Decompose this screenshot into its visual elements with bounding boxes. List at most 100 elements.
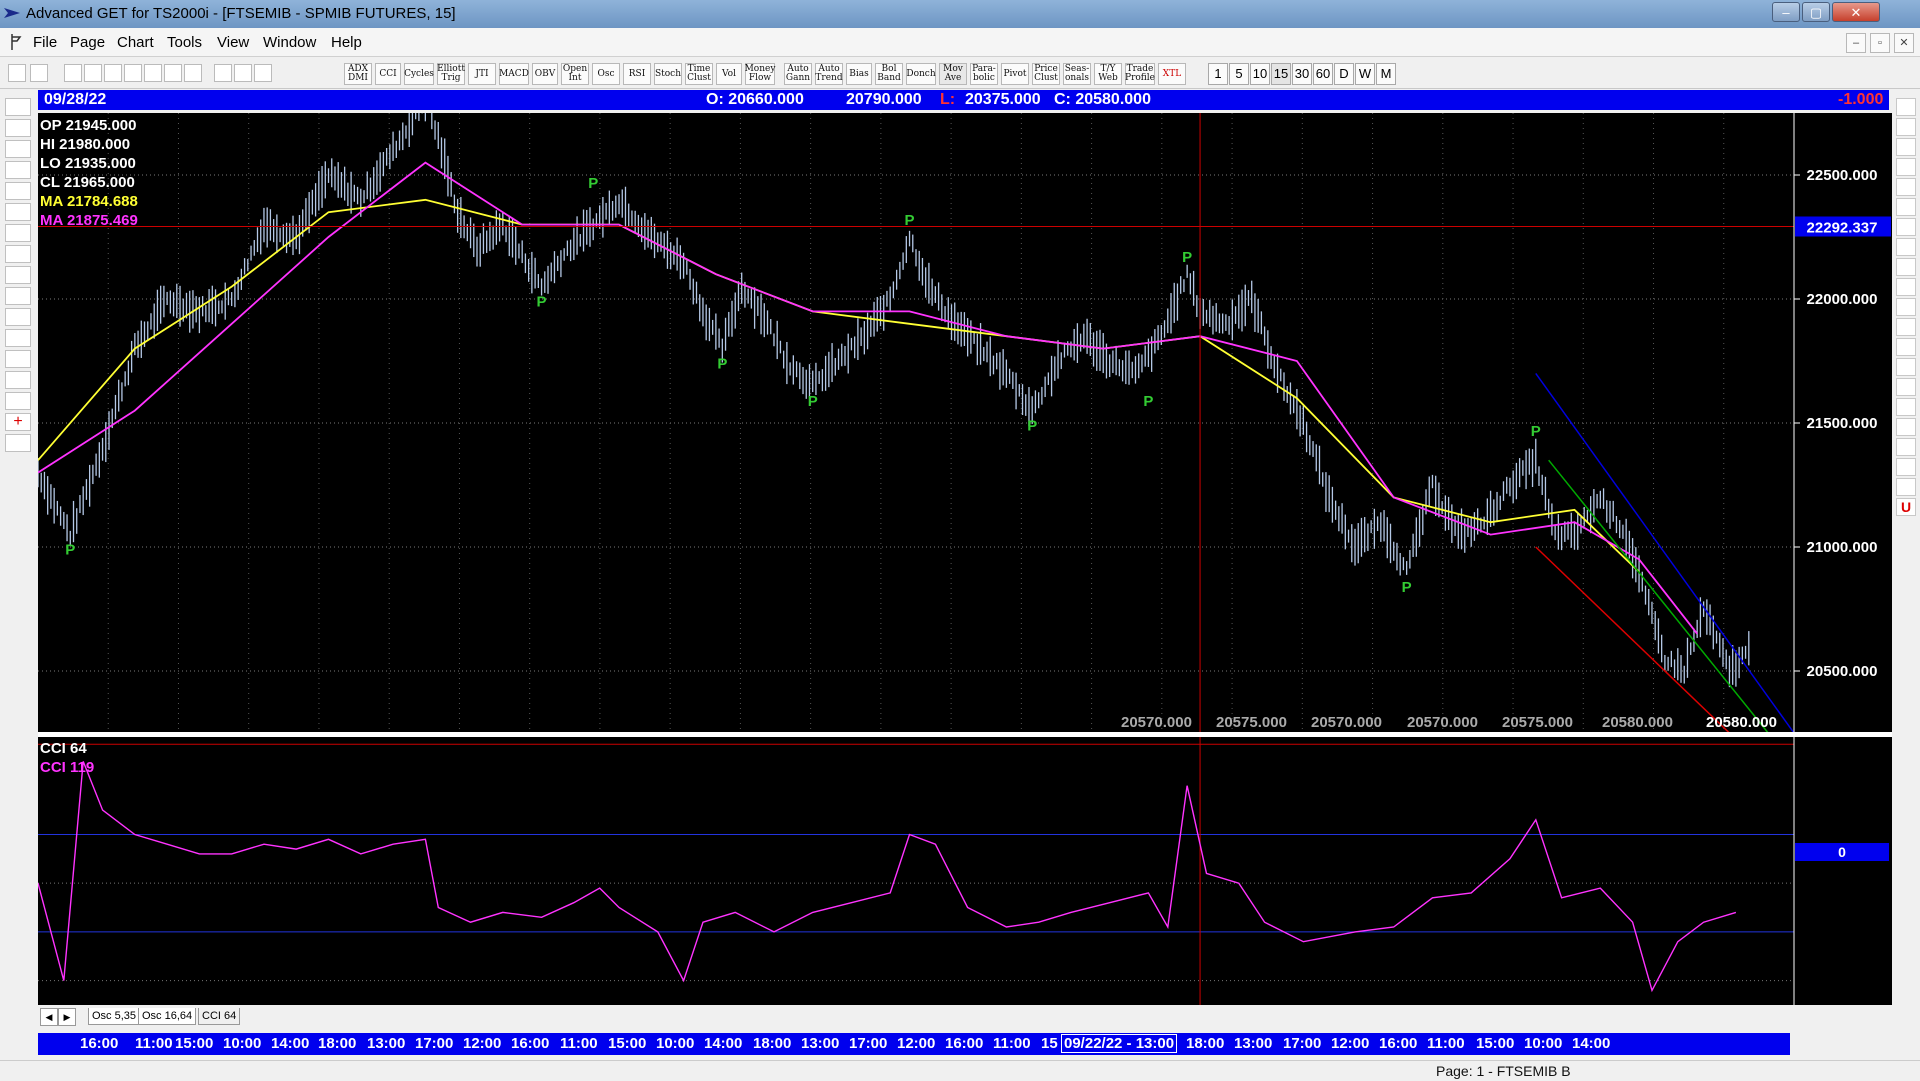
study-button[interactable]: Auto Gann <box>784 63 812 85</box>
crosshair-icon[interactable]: + <box>5 413 31 431</box>
tab-scroll-left-icon[interactable]: ◀ <box>40 1008 58 1026</box>
interval-button-m[interactable]: M <box>1376 63 1396 85</box>
layout-icon[interactable] <box>184 64 202 82</box>
price-chart-pane[interactable]: P P P P P P P P P P P 22500.000 22000.000 21500.000 2… <box>37 87 1892 734</box>
study-button[interactable]: Price Clust <box>1032 63 1060 85</box>
study-button[interactable]: OBV <box>532 63 558 85</box>
study-button[interactable]: Seas- onals <box>1063 63 1091 85</box>
pti-icon[interactable] <box>1896 318 1916 336</box>
back-icon[interactable] <box>104 64 122 82</box>
mdi-close-button[interactable]: ✕ <box>1894 33 1914 53</box>
interval-button-60[interactable]: 60 <box>1313 63 1333 85</box>
study-button[interactable]: Osc <box>592 63 620 85</box>
print-icon[interactable] <box>214 64 232 82</box>
interval-button-1[interactable]: 1 <box>1208 63 1228 85</box>
info-icon[interactable] <box>234 64 252 82</box>
fib-ret-icon[interactable] <box>1896 158 1916 176</box>
menu-tools[interactable]: Tools <box>167 34 202 51</box>
mob-icon[interactable] <box>1896 358 1916 376</box>
grid-icon[interactable] <box>144 64 162 82</box>
close-tool-icon[interactable] <box>1896 98 1916 116</box>
interval-button-d[interactable]: D <box>1334 63 1354 85</box>
left-arrow-icon[interactable] <box>5 245 31 263</box>
elliott-icon[interactable] <box>5 161 31 179</box>
fib-ext-icon[interactable] <box>1896 178 1916 196</box>
study-button[interactable]: T/Y Web <box>1094 63 1122 85</box>
reset-icon[interactable] <box>5 140 31 158</box>
study-button[interactable]: MACD <box>499 63 529 85</box>
study-button[interactable]: Donch <box>906 63 936 85</box>
gann-icon[interactable] <box>5 371 31 389</box>
table-icon[interactable] <box>1896 338 1916 356</box>
interval-button-30[interactable]: 30 <box>1292 63 1312 85</box>
open-icon[interactable] <box>5 98 31 116</box>
grid-tool-icon[interactable] <box>1896 258 1916 276</box>
cci-indicator-pane[interactable]: 0 CCI 64 CCI 119 <box>37 737 1892 1005</box>
close-button[interactable]: ✕ <box>1832 2 1880 22</box>
fib-time-icon[interactable] <box>1896 198 1916 216</box>
delete-icon[interactable] <box>164 64 182 82</box>
compress-icon[interactable] <box>5 287 31 305</box>
study-button[interactable]: Stoch <box>654 63 682 85</box>
help-icon[interactable] <box>254 64 272 82</box>
pattern-icon[interactable] <box>5 119 31 137</box>
pencil-icon[interactable] <box>1896 118 1916 136</box>
magnet-icon[interactable]: U <box>1896 498 1916 516</box>
lines-icon[interactable] <box>5 350 31 368</box>
study-button[interactable]: Vol <box>716 63 742 85</box>
print-tool-icon[interactable] <box>5 434 31 452</box>
expand-icon[interactable] <box>5 308 31 326</box>
channel-icon[interactable] <box>1896 458 1916 476</box>
tab-cci-64[interactable]: CCI 64 <box>198 1008 241 1025</box>
line-icon[interactable] <box>1896 138 1916 156</box>
interval-button-w[interactable]: W <box>1355 63 1375 85</box>
box-icon[interactable] <box>5 329 31 347</box>
zoom-icon[interactable] <box>1896 398 1916 416</box>
study-button[interactable]: Bias <box>846 63 872 85</box>
menu-help[interactable]: Help <box>331 34 362 51</box>
copy-icon[interactable] <box>84 64 102 82</box>
minimize-button[interactable]: – <box>1772 2 1800 22</box>
trend-channel-line[interactable] <box>1535 372 1795 734</box>
marker-icon[interactable] <box>1896 418 1916 436</box>
study-button[interactable]: Bol Band <box>875 63 903 85</box>
study-button[interactable]: RSI <box>623 63 651 85</box>
cci-chart[interactable]: 0 CCI 64 CCI 119 <box>37 737 1892 1005</box>
circle-icon[interactable] <box>1896 278 1916 296</box>
mdi-restore-button[interactable]: ▫ <box>1870 33 1890 53</box>
menu-chart[interactable]: Chart <box>117 34 154 51</box>
tab-scroll-right-icon[interactable]: ▶ <box>58 1008 76 1026</box>
right-arrow-icon[interactable] <box>5 266 31 284</box>
study-button[interactable]: Para- bolic <box>970 63 998 85</box>
study-button[interactable]: Money Flow <box>745 63 775 85</box>
stack-icon[interactable] <box>1896 478 1916 496</box>
up-arrow-icon[interactable] <box>5 203 31 221</box>
study-button[interactable]: CCI <box>375 63 401 85</box>
new-icon[interactable] <box>64 64 82 82</box>
study-button[interactable]: Pivot <box>1001 63 1029 85</box>
fan-icon[interactable] <box>1896 238 1916 256</box>
down-arrow-icon[interactable] <box>5 224 31 242</box>
menu-view[interactable]: View <box>217 34 249 51</box>
tab-osc-16-64[interactable]: Osc 16,64 <box>138 1008 197 1025</box>
interval-button-10[interactable]: 10 <box>1250 63 1270 85</box>
fib-icon[interactable] <box>5 392 31 410</box>
quote-tool-icon[interactable] <box>30 64 48 82</box>
tab-osc-5-35[interactable]: Osc 5,35 <box>88 1008 141 1025</box>
text-icon[interactable] <box>1896 378 1916 396</box>
interval-button-5[interactable]: 5 <box>1229 63 1249 85</box>
study-button[interactable]: XTL <box>1158 63 1186 85</box>
study-button[interactable]: ADX DMI <box>344 63 372 85</box>
study-button[interactable]: Cycles <box>404 63 434 85</box>
maximize-button[interactable]: ▢ <box>1802 2 1830 22</box>
arrows-icon[interactable] <box>1896 438 1916 456</box>
study-icon[interactable] <box>5 182 31 200</box>
study-button[interactable]: Time Clust <box>685 63 713 85</box>
menu-window[interactable]: Window <box>263 34 316 51</box>
trend-channel-line[interactable] <box>1548 459 1769 734</box>
menu-file[interactable]: File <box>33 34 57 51</box>
study-button[interactable]: Open Int <box>561 63 589 85</box>
price-chart[interactable]: P P P P P P P P P P P 22500.000 22000.000 21500.000 2… <box>37 87 1892 734</box>
ellipse-icon[interactable] <box>1896 298 1916 316</box>
mdi-minimize-button[interactable]: – <box>1846 33 1866 53</box>
